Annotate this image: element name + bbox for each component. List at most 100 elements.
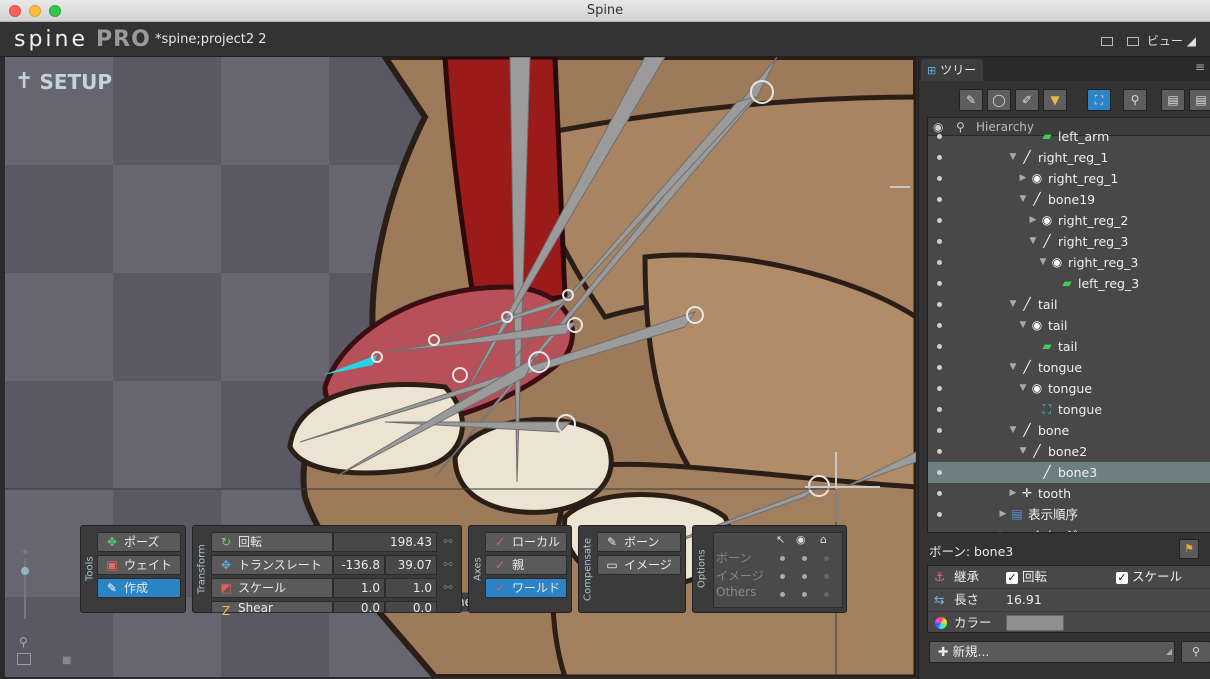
tree-row[interactable]: ▼ ◉ tail (928, 315, 1210, 336)
visibility-dot[interactable] (937, 302, 942, 307)
visibility-dot[interactable] (937, 428, 942, 433)
close-window-button[interactable] (9, 5, 21, 17)
collapsed-arrow-icon[interactable]: ▶ (1028, 210, 1038, 231)
visibility-dot[interactable] (937, 281, 942, 286)
shear-x-value[interactable]: 0.0 (333, 601, 385, 614)
create-tool-button[interactable]: ✎ 作成 (97, 578, 181, 598)
pose-tool-button[interactable]: ✥ ポーズ (97, 532, 181, 552)
tree-row[interactable]: ⛶ tongue (928, 399, 1210, 420)
rotate-link-icon[interactable]: ⚯ (440, 534, 456, 550)
visibility-dot[interactable] (937, 218, 942, 223)
expanded-arrow-icon[interactable]: ▼ (1018, 189, 1028, 210)
scale-x-value[interactable]: 1.0 (333, 578, 385, 598)
visibility-dot[interactable] (937, 449, 942, 454)
visibility-dot[interactable] (937, 386, 942, 391)
scale-button[interactable]: ◩ スケール (211, 578, 333, 598)
visibility-dot[interactable] (937, 323, 942, 328)
tree-row[interactable]: ▶ ◉ right_reg_2 (928, 210, 1210, 231)
visibility-dot[interactable] (937, 512, 942, 517)
tree-row[interactable]: ▶▰ イメージ (928, 525, 1210, 532)
fit-view-icon[interactable] (17, 653, 31, 665)
tree-row[interactable]: ▼ ╱ bone (928, 420, 1210, 441)
others-visibility-toggle[interactable] (802, 592, 807, 597)
translate-y-value[interactable]: 39.07 (385, 555, 437, 575)
visibility-dot[interactable] (937, 197, 942, 202)
collapsed-arrow-icon[interactable]: ▶ (998, 504, 1008, 525)
tree-row[interactable]: ▼ ◉ tongue (928, 378, 1210, 399)
expanded-arrow-icon[interactable]: ▼ (1018, 378, 1028, 399)
inherit-scale-checkbox[interactable]: ✓ スケール (1116, 566, 1182, 588)
axes-local-button[interactable]: ✓ ローカル (485, 532, 567, 552)
axes-world-button[interactable]: ✓ ワールド (485, 578, 567, 598)
length-value[interactable]: 16.91 (1006, 589, 1042, 611)
bones-names-toggle[interactable] (824, 556, 829, 561)
restore-layout-icon[interactable] (1101, 37, 1114, 46)
translate-x-value[interactable]: -136.8 (333, 555, 385, 575)
bones-select-toggle[interactable] (780, 556, 785, 561)
rotate-value[interactable]: 198.43 (333, 532, 437, 552)
collapsed-arrow-icon[interactable]: ▶ (1018, 168, 1028, 189)
rotate-button[interactable]: ↻ 回転 (211, 532, 333, 552)
view-menu[interactable]: ビュー ◢ (1101, 32, 1196, 49)
scale-link-icon[interactable]: ⚯ (440, 580, 456, 596)
visibility-dot[interactable] (937, 491, 942, 496)
tree-row[interactable]: ▼ ╱ tongue (928, 357, 1210, 378)
images-select-toggle[interactable] (780, 574, 785, 579)
tree-row[interactable]: ▼ ╱ right_reg_1 (928, 147, 1210, 168)
scale-y-value[interactable]: 1.0 (385, 578, 437, 598)
properties-pin-button[interactable]: ⚑ (1179, 539, 1199, 559)
hierarchy-tree[interactable]: ◉ ⚲ Hierarchy ▰ left_arm ▼ ╱ right_reg_1 ▶ ◉ ri… (927, 117, 1210, 533)
expanded-arrow-icon[interactable]: ▼ (1008, 147, 1018, 168)
expanded-arrow-icon[interactable]: ▼ (1008, 357, 1018, 378)
search-button[interactable]: ⚲ (1123, 89, 1147, 111)
new-item-button[interactable]: ✚ 新規... ◢ (929, 641, 1175, 663)
tree-row[interactable]: ▼ ◉ right_reg_3 (928, 252, 1210, 273)
tree-row[interactable]: ▼ ╱ bone19 (928, 189, 1210, 210)
shear-button[interactable]: Z Shear (211, 601, 333, 618)
tree-row[interactable]: ▼ ╱ right_reg_3 (928, 231, 1210, 252)
tree-row[interactable]: ▶ ✛ tooth (928, 483, 1210, 504)
images-visibility-toggle[interactable] (802, 574, 807, 579)
filter-constraints-button[interactable]: ✐ (1015, 89, 1039, 111)
visibility-dot[interactable] (937, 344, 942, 349)
visibility-dot[interactable] (937, 176, 942, 181)
visibility-dot[interactable] (937, 260, 942, 265)
zoom-window-button[interactable] (49, 5, 61, 17)
axes-parent-button[interactable]: ✓ 親 (485, 555, 567, 575)
translate-link-icon[interactable]: ⚯ (440, 557, 456, 573)
color-swatch[interactable] (1006, 615, 1064, 631)
filter-funnel-button[interactable]: ▼ (1043, 89, 1067, 111)
tree-row[interactable]: ▰ tail (928, 336, 1210, 357)
lock-icon[interactable]: ■ (62, 655, 71, 666)
visibility-dot[interactable] (937, 365, 942, 370)
tree-row[interactable]: ▶ ◉ right_reg_1 (928, 168, 1210, 189)
tree-row[interactable]: ╱ bone3 (928, 462, 1210, 483)
collapsed-arrow-icon[interactable]: ▶ (998, 525, 1008, 532)
others-names-toggle[interactable] (824, 592, 829, 597)
expanded-arrow-icon[interactable]: ▼ (1008, 420, 1018, 441)
expanded-arrow-icon[interactable]: ▼ (1028, 231, 1038, 252)
visibility-dot[interactable] (937, 155, 942, 160)
expanded-arrow-icon[interactable]: ▼ (1018, 315, 1028, 336)
zoom-magnifier-icon[interactable]: ⚲ (19, 635, 28, 649)
visibility-dot[interactable] (937, 134, 942, 139)
visibility-dot[interactable] (937, 407, 942, 412)
tree-row[interactable]: ▼ ╱ tail (928, 294, 1210, 315)
zoom-plus-icon[interactable]: + (21, 547, 29, 558)
others-select-toggle[interactable] (780, 592, 785, 597)
expanded-arrow-icon[interactable]: ▼ (1018, 441, 1028, 462)
focus-selection-button[interactable]: ⛶ (1087, 89, 1111, 111)
compensate-images-button[interactable]: ▭ イメージ (597, 555, 681, 575)
weights-tool-button[interactable]: ▣ ウェイト (97, 555, 181, 575)
expanded-arrow-icon[interactable]: ▼ (1038, 252, 1048, 273)
filter-slots-button[interactable]: ◯ (987, 89, 1011, 111)
bones-visibility-toggle[interactable] (802, 556, 807, 561)
visibility-dot[interactable] (937, 470, 942, 475)
tree-row[interactable]: ▰ left_reg_3 (928, 273, 1210, 294)
compensate-bones-button[interactable]: ✎ ボーン (597, 532, 681, 552)
inherit-rotation-checkbox[interactable]: ✓ 回転 (1006, 566, 1047, 588)
tree-row[interactable]: ▶ ▤ 表示順序 (928, 504, 1210, 525)
minimize-window-button[interactable] (29, 5, 41, 17)
collapse-button[interactable]: ▤ (1161, 89, 1185, 111)
filter-bones-button[interactable]: ✎ (959, 89, 983, 111)
